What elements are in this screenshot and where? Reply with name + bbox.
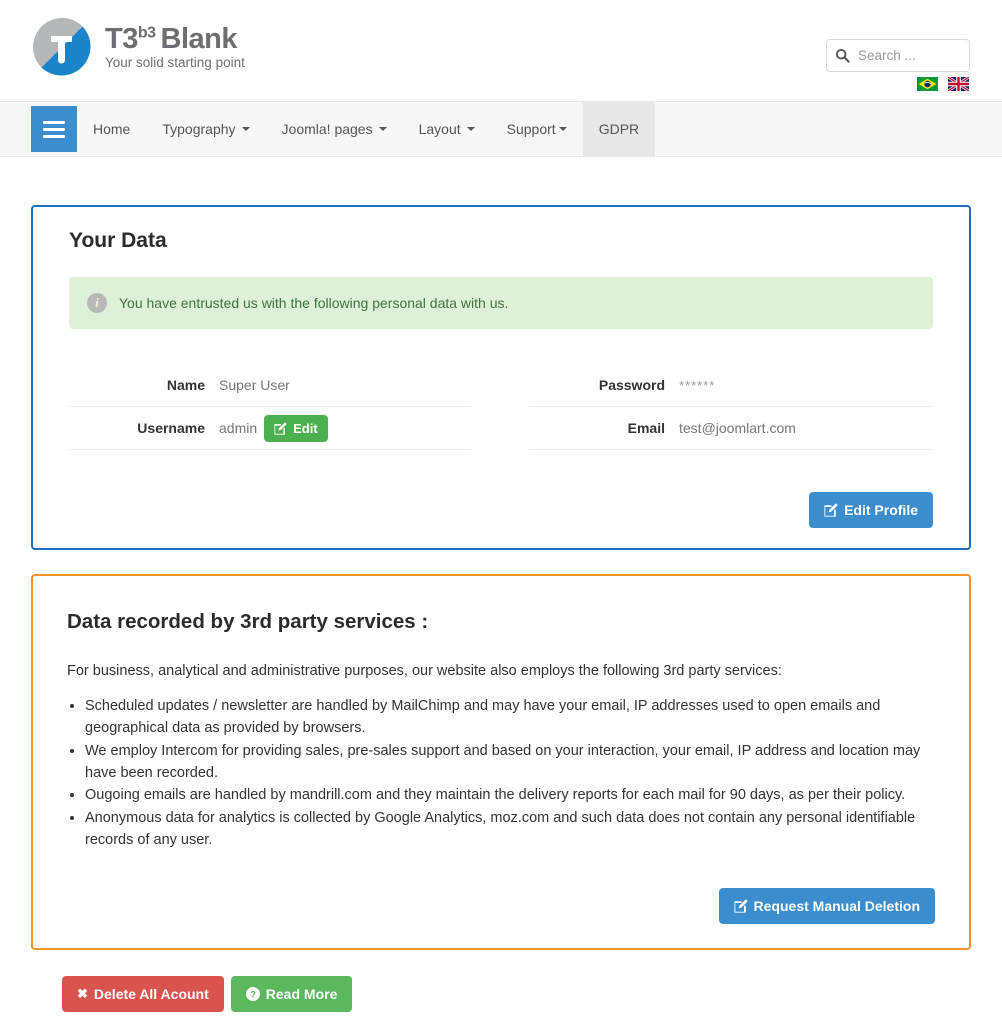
edit-profile-label: Edit Profile bbox=[844, 502, 918, 518]
your-data-panel: Your Data i You have entrusted us with t… bbox=[31, 205, 971, 550]
pencil-square-icon bbox=[274, 422, 287, 435]
nav-item-typography[interactable]: Typography bbox=[146, 102, 265, 156]
nav-items: Home Typography Joomla! pages Layout Sup… bbox=[77, 102, 656, 156]
hamburger-icon-bar bbox=[43, 134, 65, 138]
chevron-down-icon bbox=[378, 127, 387, 131]
logo-text-block: T3b3 Blank Your solid starting point bbox=[105, 24, 245, 71]
personal-data-alert: i You have entrusted us with the followi… bbox=[69, 277, 933, 329]
nav-menu-toggle-button[interactable] bbox=[31, 106, 77, 152]
edit-profile-button[interactable]: Edit Profile bbox=[809, 492, 933, 528]
hamburger-icon-bar bbox=[43, 127, 65, 131]
table-row: Name Super User bbox=[69, 364, 470, 407]
row-value-text: admin bbox=[219, 420, 258, 436]
list-item: Anonymous data for analytics is collecte… bbox=[85, 808, 935, 852]
third-party-service-list: Scheduled updates / newsletter are handl… bbox=[67, 696, 935, 851]
nav-item-label: Layout bbox=[418, 121, 461, 137]
footer-action-bar: ✖ Delete All Acount ? Read More bbox=[31, 950, 971, 1012]
info-icon: i bbox=[87, 293, 107, 313]
row-value: Super User bbox=[219, 377, 290, 393]
logo-title: T3b3 Blank bbox=[105, 24, 245, 54]
site-logo[interactable]: T3b3 Blank Your solid starting point bbox=[31, 16, 245, 78]
chevron-down-icon bbox=[558, 127, 567, 131]
row-label: Username bbox=[137, 420, 205, 436]
delete-all-account-label: Delete All Acount bbox=[93, 985, 209, 1002]
third-party-lead: For business, analytical and administrat… bbox=[67, 663, 782, 679]
logo-title-main: T3 bbox=[105, 22, 138, 55]
search-icon bbox=[835, 48, 850, 63]
row-label: Email bbox=[627, 420, 665, 436]
nav-item-label: Typography bbox=[162, 121, 236, 137]
list-item: We employ Intercom for providing sales, … bbox=[85, 741, 935, 785]
request-manual-deletion-button[interactable]: Request Manual Deletion bbox=[718, 887, 935, 924]
row-value-text: Super User bbox=[219, 377, 290, 393]
close-icon: ✖ bbox=[77, 986, 88, 1002]
row-label: Name bbox=[166, 377, 205, 393]
third-party-title: Data recorded by 3rd party services : bbox=[67, 610, 429, 633]
table-row: Password ****** bbox=[529, 364, 933, 407]
row-value: ****** bbox=[679, 378, 715, 393]
personal-data-column-left: Name Super User Username admin Edit bbox=[69, 364, 501, 450]
third-party-services-panel: Data recorded by 3rd party services : Fo… bbox=[31, 574, 971, 950]
nav-item-label: GDPR bbox=[598, 121, 640, 137]
nav-item-label: Support bbox=[506, 121, 556, 137]
search-input[interactable] bbox=[856, 47, 961, 64]
personal-data-column-right: Password ****** Email test@joomlart.com bbox=[501, 364, 933, 450]
chevron-down-icon bbox=[466, 127, 475, 131]
delete-all-account-button[interactable]: ✖ Delete All Acount bbox=[62, 975, 224, 1012]
third-party-actions: Request Manual Deletion bbox=[67, 887, 935, 924]
site-header: T3b3 Blank Your solid starting point bbox=[0, 0, 1002, 101]
nav-item-home[interactable]: Home bbox=[77, 102, 146, 156]
row-value: admin Edit bbox=[219, 414, 328, 442]
row-value-text: test@joomlart.com bbox=[679, 420, 796, 436]
page-content: Your Data i You have entrusted us with t… bbox=[0, 157, 1002, 1012]
edit-username-button[interactable]: Edit bbox=[264, 414, 328, 442]
main-navigation: Home Typography Joomla! pages Layout Sup… bbox=[0, 101, 1002, 157]
search-box[interactable] bbox=[826, 39, 970, 72]
svg-text:?: ? bbox=[250, 989, 256, 1000]
alert-text: You have entrusted us with the following… bbox=[119, 295, 509, 311]
pencil-square-icon bbox=[733, 899, 748, 913]
brazil-flag-icon[interactable] bbox=[917, 77, 938, 91]
uk-flag-icon[interactable] bbox=[947, 75, 970, 93]
row-value: test@joomlart.com bbox=[679, 420, 796, 436]
nav-item-label: Joomla! pages bbox=[281, 121, 373, 137]
nav-item-gdpr[interactable]: GDPR bbox=[582, 102, 656, 156]
question-circle-icon: ? bbox=[245, 986, 260, 1001]
table-row: Email test@joomlart.com bbox=[529, 407, 933, 450]
page-title: Your Data bbox=[69, 229, 167, 252]
row-label: Password bbox=[598, 377, 665, 393]
logo-title-second: Blank bbox=[160, 22, 238, 55]
read-more-label: Read More bbox=[265, 985, 338, 1002]
list-item: Scheduled updates / newsletter are handl… bbox=[85, 696, 935, 740]
personal-data-grid: Name Super User Username admin Edit Pass… bbox=[51, 364, 951, 450]
pencil-square-icon bbox=[824, 503, 838, 517]
nav-item-layout[interactable]: Layout bbox=[403, 102, 491, 156]
request-manual-deletion-label: Request Manual Deletion bbox=[753, 897, 920, 914]
your-data-actions: Edit Profile bbox=[51, 492, 951, 528]
logo-tagline: Your solid starting point bbox=[105, 55, 245, 71]
chevron-down-icon bbox=[241, 127, 250, 131]
nav-item-joomla-pages[interactable]: Joomla! pages bbox=[266, 102, 403, 156]
hamburger-icon-bar bbox=[43, 120, 65, 124]
table-row: Username admin Edit bbox=[69, 407, 470, 450]
row-value-text: ****** bbox=[679, 377, 716, 393]
edit-username-label: Edit bbox=[293, 420, 318, 436]
logo-title-sup: b3 bbox=[137, 24, 156, 42]
t3-logo-icon bbox=[31, 16, 93, 78]
language-switcher[interactable] bbox=[917, 75, 970, 93]
nav-item-label: Home bbox=[93, 121, 131, 137]
list-item: Ougoing emails are handled by mandrill.c… bbox=[85, 785, 935, 807]
nav-item-support[interactable]: Support bbox=[491, 102, 583, 156]
read-more-button[interactable]: ? Read More bbox=[230, 975, 353, 1012]
